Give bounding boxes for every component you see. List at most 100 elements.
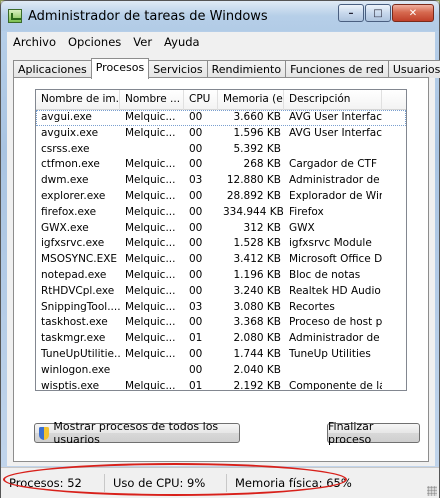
close-button[interactable]: ✕ <box>392 4 434 22</box>
tab-funciones-de-red[interactable]: Funciones de red <box>285 60 389 78</box>
table-row[interactable]: SnippingTool.... Melquic... 03 3.080 KB Reco… <box>36 300 406 316</box>
process-user-cell: Melquic... <box>125 189 176 202</box>
show-all-processes-button[interactable]: Mostrar procesos de todos los usuarios <box>34 420 240 446</box>
process-cpu-cell: 00 <box>189 316 203 329</box>
process-user-cell: Melquic... <box>125 332 176 345</box>
process-memory-cell: 12.880 KB <box>226 174 281 187</box>
process-list-header: Nombre de im... Nombre ... CPU Memoria (… <box>36 90 406 110</box>
process-description-cell <box>284 142 382 158</box>
minimize-icon: – <box>348 7 354 19</box>
process-user-cell: Melquic... <box>125 253 176 266</box>
process-memory-cell: 1.744 KB <box>233 347 282 360</box>
tab-strip: Aplicaciones Procesos Servicios Rendimie… <box>13 58 440 79</box>
process-user-cell: Melquic... <box>125 284 176 297</box>
menu-ver[interactable]: Ver <box>127 35 158 49</box>
process-description-cell: AVG User Interface <box>289 111 382 123</box>
tab-aplicaciones[interactable]: Aplicaciones <box>13 60 92 78</box>
column-description[interactable]: Descripción <box>284 90 382 110</box>
menu-ayuda[interactable]: Ayuda <box>158 35 206 49</box>
status-physical-memory: Memoria física: 65% <box>235 476 352 490</box>
table-row[interactable]: ctfmon.exe Melquic... 00 268 KB Cargador de … <box>36 157 406 173</box>
process-memory-cell: 1.196 KB <box>233 268 282 281</box>
process-cpu-cell: 03 <box>189 300 203 313</box>
uac-shield-icon <box>39 426 50 440</box>
title-bar[interactable]: Administrador de tareas de Windows – □ ✕ <box>1 1 439 31</box>
maximize-button[interactable]: □ <box>365 4 391 22</box>
process-description-cell: Firefox <box>289 205 324 218</box>
window-title: Administrador de tareas de Windows <box>28 8 268 24</box>
task-manager-window: Administrador de tareas de Windows – □ ✕… <box>0 0 440 498</box>
table-row[interactable]: taskhost.exe Melquic... 00 3.368 KB Proceso … <box>36 315 406 331</box>
resize-grip[interactable] <box>427 486 437 496</box>
process-name-cell: notepad.exe <box>41 268 107 281</box>
tab-rendimiento[interactable]: Rendimiento <box>206 60 287 78</box>
process-name-cell: avguix.exe <box>41 126 99 139</box>
status-process-count: Procesos: 52 <box>1 474 105 492</box>
process-description-cell: Explorador de Win... <box>289 189 382 202</box>
process-cpu-cell: 00 <box>189 189 203 202</box>
column-memory[interactable]: Memoria (e... <box>218 90 284 110</box>
table-row[interactable]: GWX.exe Melquic... 00 312 KB GWX <box>36 221 406 237</box>
process-cpu-cell: 00 <box>189 347 203 360</box>
table-row[interactable]: dwm.exe Melquic... 03 12.880 KB Administrado… <box>36 173 406 189</box>
process-user-cell: Melquic... <box>125 126 176 139</box>
process-cpu-cell: 01 <box>189 332 203 345</box>
process-memory-cell: 3.660 KB <box>233 111 282 123</box>
process-description-cell: Microsoft Office D... <box>289 253 382 266</box>
process-cpu-cell: 00 <box>189 268 203 281</box>
end-process-button[interactable]: Finalizar proceso <box>327 420 420 446</box>
process-description-cell: Bloc de notas <box>289 268 361 281</box>
tab-servicios[interactable]: Servicios <box>148 60 208 78</box>
process-cpu-cell: 00 <box>189 111 203 123</box>
menu-archivo[interactable]: Archivo <box>7 35 62 49</box>
table-row[interactable]: taskmgr.exe Melquic... 01 2.080 KB Administr… <box>36 331 406 347</box>
process-name-cell: GWX.exe <box>41 221 89 234</box>
menu-opciones[interactable]: Opciones <box>62 35 127 49</box>
table-row[interactable]: igfxsrvc.exe Melquic... 00 1.528 KB igfxsrvc… <box>36 236 406 252</box>
process-user-cell: Melquic... <box>125 316 176 329</box>
minimize-button[interactable]: – <box>338 4 364 22</box>
show-all-processes-label: Mostrar procesos de todos los usuarios <box>53 420 219 446</box>
process-user-cell: Melquic... <box>125 237 176 250</box>
process-user-cell: Melquic... <box>125 205 176 218</box>
process-memory-cell: 3.368 KB <box>233 316 282 329</box>
process-name-cell: dwm.exe <box>41 174 89 187</box>
process-description-cell <box>284 363 382 379</box>
table-row[interactable]: firefox.exe Melquic... 00 334.944 KB Firefox <box>36 205 406 221</box>
process-name-cell: RtHDVCpl.exe <box>41 284 115 297</box>
process-user-cell: Melquic... <box>125 174 176 187</box>
process-cpu-cell: 01 <box>189 379 203 391</box>
table-row[interactable]: avguix.exe Melquic... 00 1.596 KB AVG User I… <box>36 126 406 142</box>
process-cpu-cell: 00 <box>189 284 203 297</box>
process-name-cell: taskmgr.exe <box>41 332 106 345</box>
column-user-name[interactable]: Nombre ... <box>120 90 184 110</box>
process-list[interactable]: Nombre de im... Nombre ... CPU Memoria (… <box>35 89 407 391</box>
column-image-name[interactable]: Nombre de im... <box>36 90 120 110</box>
table-row[interactable]: notepad.exe Melquic... 00 1.196 KB Bloc de n… <box>36 268 406 284</box>
process-description-cell: AVG User Interface <box>289 126 382 139</box>
tab-procesos[interactable]: Procesos <box>90 58 150 79</box>
table-row[interactable]: MSOSYNC.EXE Melquic... 00 3.412 KB Microsoft… <box>36 252 406 268</box>
tab-usuarios[interactable]: Usuarios <box>387 60 440 78</box>
table-row[interactable]: csrss.exe 00 5.392 KB <box>36 142 406 158</box>
table-row[interactable]: TuneUpUtilitie... Melquic... 00 1.744 KB Tun… <box>36 347 406 363</box>
process-description-cell: Administrador de t... <box>289 332 382 345</box>
process-name-cell: avgui.exe <box>41 111 92 123</box>
table-row[interactable]: wisptis.exe Melquic... 01 2.192 KB Component… <box>36 379 406 391</box>
process-name-cell: winlogon.exe <box>41 363 111 376</box>
process-user-cell <box>120 363 184 379</box>
process-memory-cell: 268 KB <box>243 158 281 171</box>
table-row[interactable]: RtHDVCpl.exe Melquic... 00 3.240 KB Realtek … <box>36 284 406 300</box>
process-description-cell: igfxsrvc Module <box>289 237 372 250</box>
process-description-cell: Proceso de host p... <box>289 316 382 329</box>
process-cpu-cell: 00 <box>189 237 203 250</box>
table-row[interactable]: avgui.exe Melquic... 00 3.660 KB AVG User In… <box>36 110 406 126</box>
process-name-cell: csrss.exe <box>41 142 90 155</box>
process-name-cell: taskhost.exe <box>41 316 108 329</box>
process-description-cell: Recortes <box>289 300 335 313</box>
column-cpu[interactable]: CPU <box>184 90 218 110</box>
table-row[interactable]: explorer.exe Melquic... 00 28.892 KB Explora… <box>36 189 406 205</box>
table-row[interactable]: winlogon.exe 00 2.040 KB <box>36 363 406 379</box>
process-user-cell: Melquic... <box>125 347 176 360</box>
processes-tab-panel: Nombre de im... Nombre ... CPU Memoria (… <box>13 77 429 462</box>
